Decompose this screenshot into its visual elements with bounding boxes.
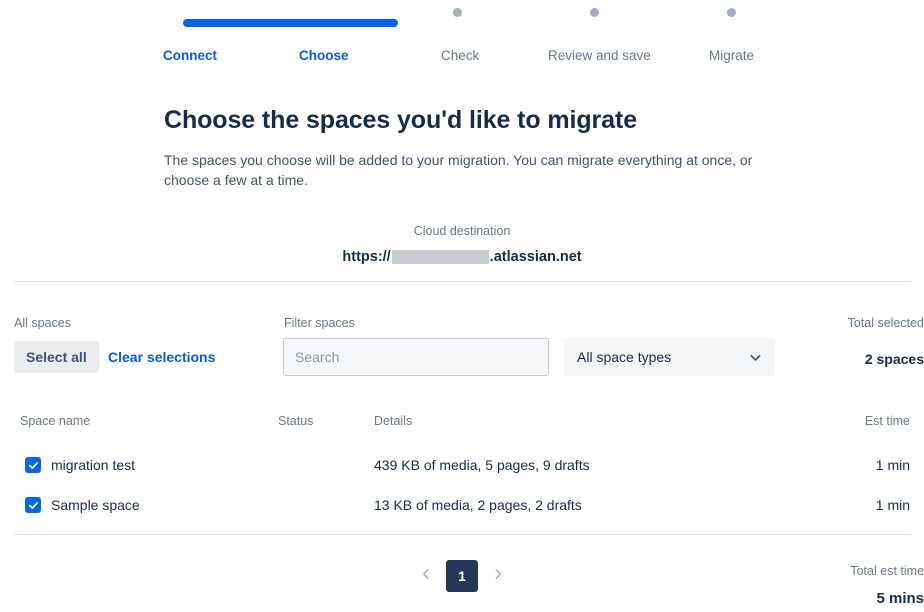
row-checkbox-checked[interactable] — [25, 497, 41, 513]
step-label-choose[interactable]: Choose — [299, 47, 349, 65]
total-selected-label: Total selected — [847, 316, 924, 330]
column-header-status: Status — [278, 414, 314, 428]
total-est-time: Total est time 5 mins — [850, 563, 924, 608]
chevron-left-icon — [419, 567, 433, 586]
step-dot-icon — [727, 7, 736, 17]
divider-bottom — [14, 534, 910, 535]
row-details: 439 KB of media, 5 pages, 9 drafts — [374, 457, 590, 473]
stepper-marker-check — [453, 0, 462, 24]
pagination: 1 — [0, 560, 924, 592]
url-suffix: .atlassian.net — [489, 249, 582, 265]
clear-selections-link[interactable]: Clear selections — [108, 341, 215, 373]
table-row[interactable]: migration test 439 KB of media, 5 pages,… — [0, 454, 924, 494]
cloud-destination: Cloud destination https:// .atlassian.net — [0, 223, 924, 266]
column-header-est-time: Est time — [864, 414, 910, 428]
page-description: The spaces you choose will be added to y… — [164, 152, 753, 188]
migration-choose-spaces-page: Connect Choose Check Review and save Mig… — [0, 0, 924, 612]
row-est-time: 1 min — [875, 457, 910, 473]
row-checkbox-checked[interactable] — [25, 457, 41, 473]
cloud-destination-label: Cloud destination — [413, 224, 511, 238]
spaces-toolbar: All spaces Filter spaces Total selected … — [0, 290, 924, 380]
stepper-marker-migrate — [727, 0, 736, 24]
pagination-next-button[interactable] — [486, 562, 510, 590]
step-label-connect[interactable]: Connect — [163, 47, 217, 65]
row-est-time: 1 min — [875, 497, 910, 513]
space-type-select-value: All space types — [577, 349, 672, 365]
row-checkbox-cell — [25, 497, 41, 513]
column-header-space-name: Space name — [20, 414, 91, 428]
table-row[interactable]: Sample space 13 KB of media, 2 pages, 2 … — [0, 494, 924, 534]
total-est-time-label: Total est time — [850, 564, 924, 578]
all-spaces-label: All spaces — [14, 316, 71, 330]
space-type-select[interactable]: All space types — [564, 338, 775, 376]
search-input[interactable] — [283, 338, 549, 376]
cloud-destination-url: https:// .atlassian.net — [0, 248, 924, 266]
step-label-check[interactable]: Check — [441, 47, 479, 65]
stepper-marker-review — [590, 0, 599, 24]
step-label-review-and-save[interactable]: Review and save — [548, 47, 651, 65]
url-prefix: https:// — [342, 249, 391, 265]
filter-spaces-label: Filter spaces — [284, 316, 355, 330]
total-est-time-value: 5 mins — [876, 590, 924, 607]
row-checkbox-cell — [25, 457, 41, 473]
stepper-progress-bar — [183, 19, 398, 27]
url-redaction-block — [391, 250, 489, 264]
total-selected-value: 2 spaces — [864, 351, 924, 367]
pagination-prev-button[interactable] — [414, 562, 438, 590]
row-details: 13 KB of media, 2 pages, 2 drafts — [374, 497, 582, 513]
column-header-details: Details — [374, 414, 413, 428]
divider-top — [14, 281, 910, 282]
step-dot-icon — [590, 7, 599, 17]
row-space-name: Sample space — [51, 497, 140, 513]
select-all-button[interactable]: Select all — [14, 341, 99, 373]
stepper-track: Connect Choose Check Review and save Mig… — [0, 0, 924, 63]
migration-stepper: Connect Choose Check Review and save Mig… — [0, 0, 924, 78]
row-space-name: migration test — [51, 457, 136, 473]
pagination-page-1[interactable]: 1 — [446, 560, 478, 592]
chevron-down-icon — [749, 351, 762, 364]
page-intro: Choose the spaces you'd like to migrate … — [0, 78, 924, 266]
step-dot-icon — [453, 7, 462, 17]
page-title: Choose the spaces you'd like to migrate — [164, 106, 638, 134]
chevron-right-icon — [491, 567, 505, 586]
step-label-migrate[interactable]: Migrate — [709, 47, 754, 65]
